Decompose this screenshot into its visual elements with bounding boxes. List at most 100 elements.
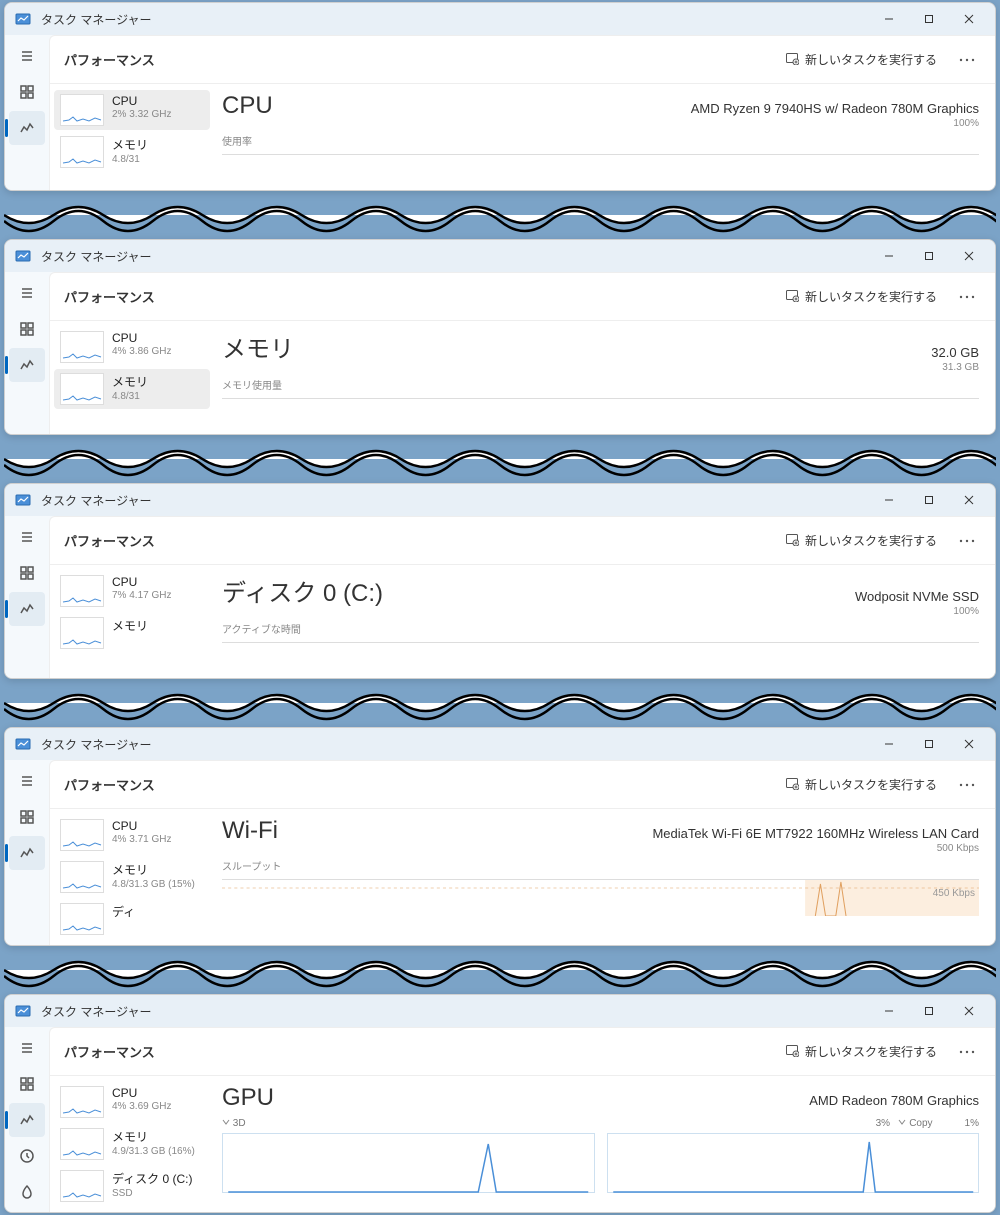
app-icon [15, 11, 31, 27]
run-new-task-button[interactable]: 新しいタスクを実行する [777, 528, 945, 553]
perf-list-cpu[interactable]: CPU 4% 3.71 GHz [54, 815, 210, 855]
new-task-label: 新しいタスクを実行する [805, 51, 937, 68]
nav-performance[interactable] [9, 836, 45, 870]
axis-label: 450 Kbps [933, 888, 975, 899]
perf-list-cpu[interactable]: CPU 7% 4.17 GHz [54, 571, 210, 611]
more-options-button[interactable] [953, 46, 981, 74]
more-options-button[interactable] [953, 1038, 981, 1066]
maximize-button[interactable] [909, 486, 949, 514]
maximize-button[interactable] [909, 730, 949, 758]
close-button[interactable] [949, 997, 989, 1025]
gpu-chart-copy-pct: 1% [965, 1118, 979, 1129]
nav-hamburger[interactable] [9, 276, 45, 310]
perf-list-cpu[interactable]: CPU 4% 3.86 GHz [54, 327, 210, 367]
nav-performance[interactable] [9, 348, 45, 382]
nav-processes[interactable] [9, 1067, 45, 1101]
titlebar[interactable]: タスク マネージャー [5, 484, 995, 516]
detail-scale: 100% [691, 118, 979, 129]
perf-list-disk[interactable]: ディ [54, 899, 210, 939]
new-task-label: 新しいタスクを実行する [805, 532, 937, 549]
perf-list-disk[interactable]: ディスク 0 (C:) SSD [54, 1166, 210, 1206]
minimize-button[interactable] [869, 997, 909, 1025]
gpu-chart-3d-label: 3D [222, 1118, 844, 1129]
nav-performance[interactable] [9, 111, 45, 145]
nav-startup[interactable] [9, 1175, 45, 1209]
new-task-icon [785, 51, 799, 68]
minimize-button[interactable] [869, 5, 909, 33]
gpu-copy-chart [607, 1133, 980, 1193]
perf-list-mem[interactable]: メモリ 4.8/31 [54, 132, 210, 172]
maximize-button[interactable] [909, 242, 949, 270]
task-manager-window: タスク マネージャー パフォーマンス 新しいタスクを実行する [4, 994, 996, 1213]
nav-hamburger[interactable] [9, 520, 45, 554]
detail-subtitle: メモリ使用量 [222, 377, 979, 392]
perf-item-name: CPU [112, 1086, 171, 1100]
detail-device-name: Wodposit NVMe SSD [855, 589, 979, 604]
performance-sidebar: CPU 4% 3.69 GHz メモリ 4.9/31.3 GB (16%) ディ… [50, 1076, 214, 1212]
perf-spark-disk [60, 903, 104, 935]
section-divider [4, 439, 996, 479]
minimize-button[interactable] [869, 486, 909, 514]
close-button[interactable] [949, 242, 989, 270]
perf-item-sub: 4.8/31 [112, 390, 148, 403]
perf-list-cpu[interactable]: CPU 2% 3.32 GHz [54, 90, 210, 130]
perf-spark-mem [60, 617, 104, 649]
nav-hamburger[interactable] [9, 764, 45, 798]
detail-scale: 31.3 GB [931, 362, 979, 373]
titlebar[interactable]: タスク マネージャー [5, 240, 995, 272]
detail-device-name: 32.0 GB [931, 345, 979, 360]
close-button[interactable] [949, 486, 989, 514]
nav-performance[interactable] [9, 1103, 45, 1137]
task-manager-window: タスク マネージャー パフォーマンス 新しいタスクを実行する [4, 2, 996, 191]
minimize-button[interactable] [869, 242, 909, 270]
perf-item-sub: 4% 3.69 GHz [112, 1100, 171, 1113]
more-options-button[interactable] [953, 771, 981, 799]
nav-rail [5, 760, 49, 945]
new-task-label: 新しいタスクを実行する [805, 776, 937, 793]
page-title: パフォーマンス [64, 287, 777, 306]
perf-spark-mem [60, 373, 104, 405]
nav-hamburger[interactable] [9, 39, 45, 73]
perf-list-cpu[interactable]: CPU 4% 3.69 GHz [54, 1082, 210, 1122]
nav-processes[interactable] [9, 556, 45, 590]
nav-performance[interactable] [9, 592, 45, 626]
gpu-chart-3d-pct: 3% Copy [876, 1118, 933, 1129]
run-new-task-button[interactable]: 新しいタスクを実行する [777, 1039, 945, 1064]
perf-spark-mem [60, 136, 104, 168]
nav-processes[interactable] [9, 800, 45, 834]
more-options-button[interactable] [953, 283, 981, 311]
performance-sidebar: CPU 2% 3.32 GHz メモリ 4.8/31 [50, 84, 214, 190]
perf-item-name: CPU [112, 94, 171, 108]
titlebar[interactable]: タスク マネージャー [5, 995, 995, 1027]
nav-processes[interactable] [9, 75, 45, 109]
run-new-task-button[interactable]: 新しいタスクを実行する [777, 772, 945, 797]
perf-spark-mem [60, 1128, 104, 1160]
titlebar[interactable]: タスク マネージャー [5, 3, 995, 35]
close-button[interactable] [949, 730, 989, 758]
task-manager-window: タスク マネージャー パフォーマンス 新しいタスクを実行する [4, 727, 996, 946]
task-manager-window: タスク マネージャー パフォーマンス 新しいタスクを実行する [4, 239, 996, 435]
nav-hamburger[interactable] [9, 1031, 45, 1065]
minimize-button[interactable] [869, 730, 909, 758]
titlebar[interactable]: タスク マネージャー [5, 728, 995, 760]
perf-list-mem[interactable]: メモリ 4.9/31.3 GB (16%) [54, 1124, 210, 1164]
nav-processes[interactable] [9, 312, 45, 346]
performance-detail: Wi-Fi MediaTek Wi-Fi 6E MT7922 160MHz Wi… [214, 809, 995, 945]
nav-rail [5, 516, 49, 678]
maximize-button[interactable] [909, 997, 949, 1025]
maximize-button[interactable] [909, 5, 949, 33]
close-button[interactable] [949, 5, 989, 33]
perf-list-mem[interactable]: メモリ 4.8/31 [54, 369, 210, 409]
perf-item-name: メモリ [112, 373, 148, 390]
more-options-button[interactable] [953, 527, 981, 555]
perf-item-name: メモリ [112, 1128, 195, 1145]
perf-item-name: メモリ [112, 617, 148, 634]
perf-list-mem[interactable]: メモリ 4.8/31.3 GB (15%) [54, 857, 210, 897]
nav-app-history[interactable] [9, 1139, 45, 1173]
perf-list-mem[interactable]: メモリ [54, 613, 210, 653]
run-new-task-button[interactable]: 新しいタスクを実行する [777, 284, 945, 309]
perf-spark-mem [60, 861, 104, 893]
perf-item-sub: 4.8/31 [112, 153, 148, 166]
run-new-task-button[interactable]: 新しいタスクを実行する [777, 47, 945, 72]
performance-sidebar: CPU 4% 3.86 GHz メモリ 4.8/31 [50, 321, 214, 434]
